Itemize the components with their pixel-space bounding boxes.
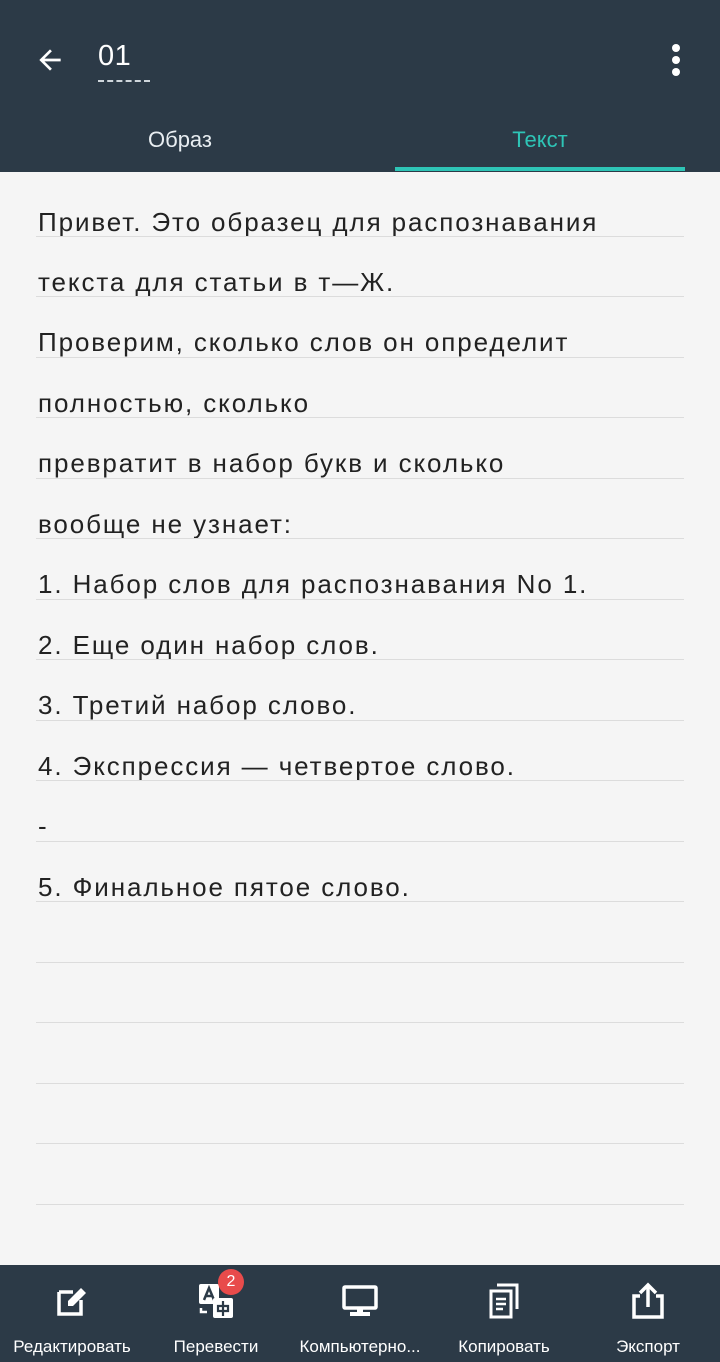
title-underline [98, 80, 150, 82]
computer-ocr-button[interactable]: Компьютерно... [288, 1265, 432, 1362]
ruled-line [36, 538, 684, 539]
ruled-line [36, 659, 684, 660]
text-line[interactable]: 3. Третий набор слово. [38, 685, 684, 725]
ruled-line [36, 1022, 684, 1023]
ruled-line [36, 357, 684, 358]
copy-icon [489, 1283, 519, 1319]
arrow-left-icon [39, 49, 61, 71]
edit-icon-wrap [52, 1281, 92, 1321]
text-line[interactable]: 1. Набор слов для распознавания No 1. [38, 564, 684, 604]
ruled-line [36, 599, 684, 600]
share-icon [632, 1282, 664, 1319]
copy-label: Копировать [458, 1337, 550, 1356]
back-button[interactable] [22, 36, 78, 84]
copy-button[interactable]: Копировать [432, 1265, 576, 1362]
ruled-line [36, 901, 684, 902]
edit-button[interactable]: Редактировать [0, 1265, 144, 1362]
app-header: 01 Образ Текст [0, 0, 720, 172]
tab-image[interactable]: Образ [0, 112, 360, 168]
notification-badge: 2 [218, 1269, 244, 1295]
ruled-line [36, 1204, 684, 1205]
edit-label: Редактировать [13, 1337, 131, 1356]
tab-text[interactable]: Текст [395, 112, 685, 168]
edit-icon [57, 1288, 86, 1316]
ruled-line [36, 1083, 684, 1084]
ruled-line [36, 780, 684, 781]
more-options-button[interactable] [656, 36, 696, 84]
ruled-line [36, 417, 684, 418]
active-tab-indicator [395, 167, 685, 171]
copy-icon-wrap [484, 1281, 524, 1321]
export-label: Экспорт [616, 1337, 680, 1356]
text-line[interactable]: - [38, 806, 684, 846]
more-vert-icon [672, 44, 680, 76]
text-line[interactable]: превратит в набор букв и сколько [38, 443, 684, 483]
monitor-icon-wrap [340, 1281, 380, 1321]
document-title[interactable]: 01 [98, 38, 131, 74]
share-icon-wrap [628, 1281, 668, 1321]
ruled-line [36, 478, 684, 479]
bottom-toolbar: Редактировать 2 Перевести Компьютерно...… [0, 1265, 720, 1362]
text-line[interactable]: Проверим, сколько слов он определит [38, 322, 684, 362]
ruled-line [36, 841, 684, 842]
app-screen: 01 Образ Текст Привет. Это образец для р… [0, 0, 720, 1362]
ruled-line [36, 296, 684, 297]
monitor-icon [342, 1285, 378, 1316]
translate-button[interactable]: 2 Перевести [144, 1265, 288, 1362]
recognized-text-area[interactable]: Привет. Это образец для распознавания те… [0, 172, 720, 1265]
ruled-line [36, 1143, 684, 1144]
computer-ocr-label: Компьютерно... [299, 1337, 421, 1356]
ruled-line [36, 720, 684, 721]
ruled-line [36, 236, 684, 237]
translate-label: Перевести [173, 1337, 259, 1356]
export-button[interactable]: Экспорт [576, 1265, 720, 1362]
ruled-line [36, 962, 684, 963]
translate-icon-wrap: 2 [196, 1269, 244, 1321]
